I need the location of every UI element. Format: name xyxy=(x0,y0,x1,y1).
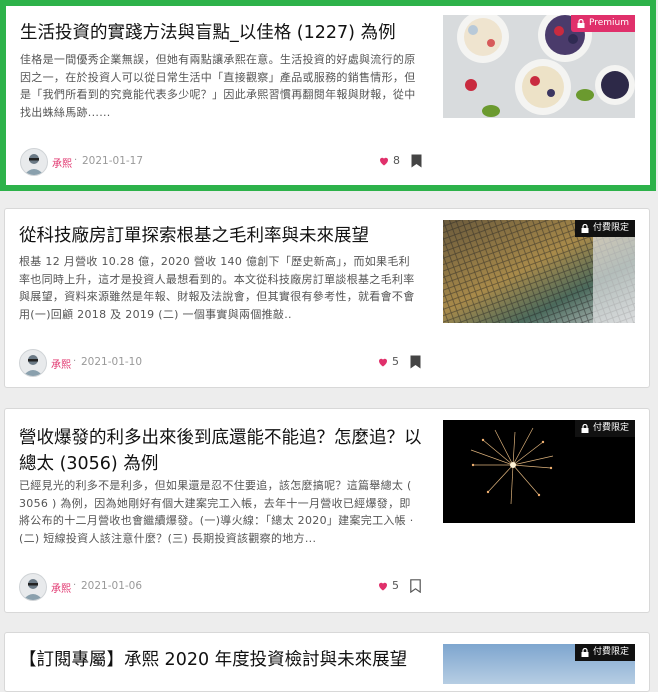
author-avatar[interactable] xyxy=(19,349,47,377)
article-card[interactable]: 從科技廠房訂單探索根基之毛利率與未來展望 根基 12 月營收 10.28 億，2… xyxy=(4,208,650,388)
article-title[interactable]: 從科技廠房訂單探索根基之毛利率與未來展望 xyxy=(19,223,429,249)
article-thumbnail[interactable]: 付費限定 xyxy=(443,420,635,523)
bookmark-outline-icon[interactable] xyxy=(410,579,421,593)
publish-date: 2021-01-17 xyxy=(82,155,144,167)
article-thumbnail[interactable]: 付費限定 xyxy=(443,644,635,684)
paid-badge: 付費限定 xyxy=(574,220,635,237)
article-excerpt: 根基 12 月營收 10.28 億，2020 營收 140 億創下「歷史新高」，… xyxy=(19,255,415,321)
article-meta: 承熙 · 2021-01-17 8 xyxy=(20,148,430,176)
likes-count: 5 xyxy=(392,579,399,592)
article-excerpt: 已經見光的利多不是利多，但如果還是忍不住要追，該怎麼搞呢？這篇舉總太 ( 305… xyxy=(19,479,414,545)
paid-badge: 付費限定 xyxy=(574,644,635,661)
article-title[interactable]: 【訂閱專屬】承熙 2020 年度投資檢討與未來展望 xyxy=(19,647,429,673)
article-excerpt: 佳格是一間優秀企業無誤，但她有兩點讓承熙在意。生活投資的好處與流行的原因之一，在… xyxy=(20,53,416,119)
lock-icon xyxy=(581,424,589,433)
meta-separator: · xyxy=(73,580,77,591)
likes-counter[interactable]: 8 xyxy=(378,154,400,167)
badge-label: Premium xyxy=(588,18,629,28)
meta-separator: · xyxy=(74,155,78,166)
badge-label: 付費限定 xyxy=(592,647,629,657)
meta-separator: · xyxy=(73,356,77,367)
article-title[interactable]: 營收爆發的利多出來後到底還能不能追？怎麼追？以總太 (3056) 為例 xyxy=(19,425,429,477)
lock-icon xyxy=(581,648,589,657)
likes-counter[interactable]: 5 xyxy=(377,355,399,368)
author-avatar[interactable] xyxy=(20,148,48,176)
lock-icon xyxy=(581,224,589,233)
heart-icon xyxy=(379,582,387,590)
author-name[interactable]: 承熙 xyxy=(52,155,72,170)
article-thumbnail[interactable]: Premium xyxy=(443,15,635,118)
bookmark-icon[interactable] xyxy=(411,154,422,168)
heart-icon xyxy=(380,157,388,165)
likes-counter[interactable]: 5 xyxy=(377,579,399,592)
article-card[interactable]: 營收爆發的利多出來後到底還能不能追？怎麼追？以總太 (3056) 為例 已經見光… xyxy=(4,408,650,613)
article-meta: 承熙 · 2021-01-10 5 xyxy=(19,349,429,377)
article-card[interactable]: 【訂閱專屬】承熙 2020 年度投資檢討與未來展望 付費限定 xyxy=(4,632,650,692)
author-avatar[interactable] xyxy=(19,573,47,601)
heart-icon xyxy=(379,358,387,366)
badge-label: 付費限定 xyxy=(592,223,629,233)
bookmark-icon[interactable] xyxy=(410,355,421,369)
likes-count: 5 xyxy=(392,355,399,368)
article-card[interactable]: 生活投資的實踐方法與盲點_以佳格 (1227) 為例 佳格是一間優秀企業無誤，但… xyxy=(0,0,656,191)
publish-date: 2021-01-06 xyxy=(81,580,143,592)
lock-icon xyxy=(577,19,585,28)
author-name[interactable]: 承熙 xyxy=(51,580,71,595)
author-name[interactable]: 承熙 xyxy=(51,356,71,371)
likes-count: 8 xyxy=(393,154,400,167)
article-title[interactable]: 生活投資的實踐方法與盲點_以佳格 (1227) 為例 xyxy=(20,20,430,46)
paid-badge: 付費限定 xyxy=(574,420,635,437)
premium-badge: Premium xyxy=(570,15,635,32)
article-thumbnail[interactable]: 付費限定 xyxy=(443,220,635,323)
article-meta: 承熙 · 2021-01-06 5 xyxy=(19,573,429,601)
publish-date: 2021-01-10 xyxy=(81,356,143,368)
badge-label: 付費限定 xyxy=(592,423,629,433)
